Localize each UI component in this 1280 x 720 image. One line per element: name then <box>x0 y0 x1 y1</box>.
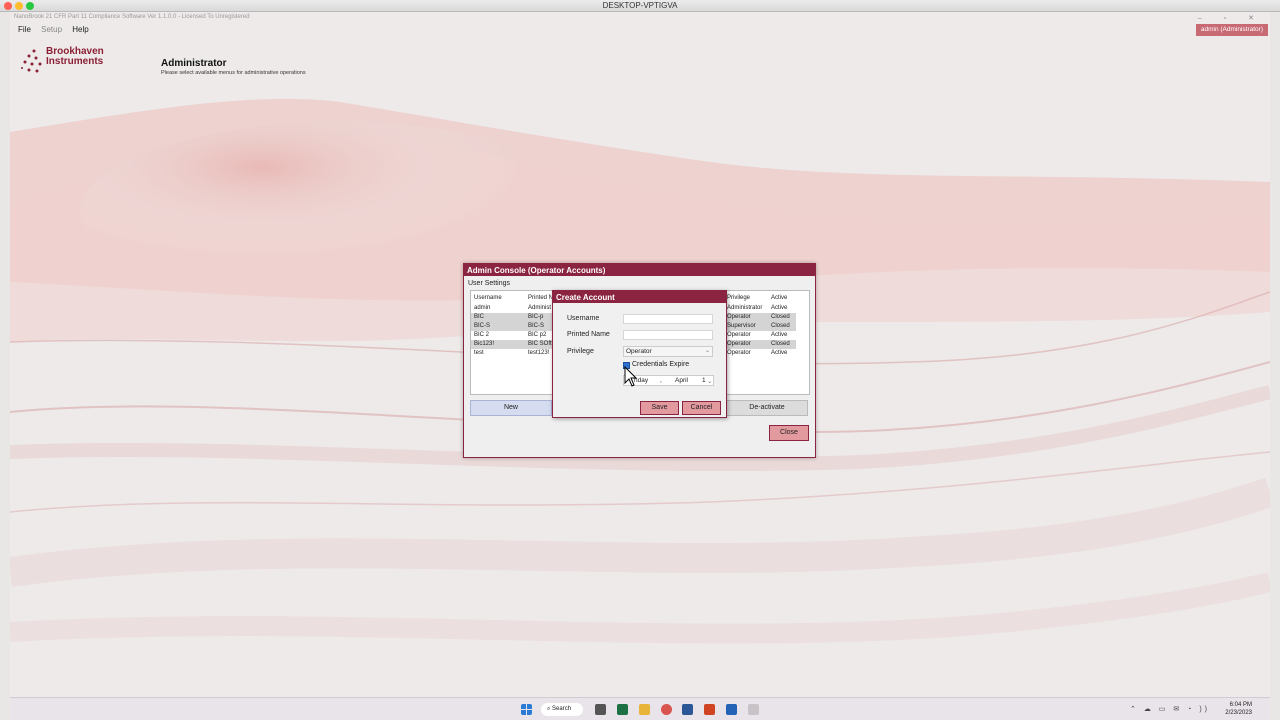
cell-active: Active <box>771 332 788 338</box>
cell-active: Closed <box>771 341 790 347</box>
printed-name-label: Printed Name <box>567 331 610 338</box>
cell-printed-name: Administ <box>528 305 552 311</box>
credentials-expire-label: Credentials Expire <box>632 361 690 368</box>
date-separator: , <box>660 377 662 384</box>
cell-username: admin <box>474 305 491 311</box>
cell-privilege: Administrator <box>727 305 763 311</box>
cell-printed-name: test123! <box>528 350 550 356</box>
powerpoint-icon[interactable] <box>704 704 715 715</box>
privilege-label: Privilege <box>567 348 594 355</box>
chevron-down-icon: ⌄ <box>704 348 710 354</box>
clock[interactable]: 6:04 PM 2/23/2023 <box>1225 701 1252 717</box>
col-printed-name: Printed N <box>528 295 554 301</box>
mac-titlebar: DESKTOP-VPTIGVA <box>0 0 1280 12</box>
deactivate-button[interactable]: De-activate <box>726 400 808 416</box>
clock-time: 6:04 PM <box>1229 702 1252 708</box>
clock-date: 2/23/2023 <box>1225 710 1252 716</box>
menu-setup[interactable]: Setup <box>41 25 62 34</box>
date-dropdown-icon: ⌄ <box>707 378 713 385</box>
page-subtitle: Please select available menus for admini… <box>161 70 306 76</box>
col-username: Username <box>474 295 502 301</box>
word-icon[interactable] <box>682 704 693 715</box>
cell-active: Active <box>771 305 788 311</box>
cell-privilege: Operator <box>727 350 751 356</box>
create-account-title: Create Account <box>553 291 726 303</box>
mac-window-title: DESKTOP-VPTIGVA <box>602 1 678 10</box>
username-label: Username <box>567 315 600 322</box>
file-explorer-icon[interactable] <box>639 704 650 715</box>
username-field[interactable] <box>623 314 713 324</box>
cell-active: Closed <box>771 314 790 320</box>
browser-icon[interactable] <box>661 704 672 715</box>
taskbar: ⌕ Search ⌃ ☁ ▭ ✉ ◔ )) 6:04 PM 2/23/2023 <box>10 697 1270 720</box>
outlook-icon[interactable] <box>726 704 737 715</box>
admin-console-title: Admin Console (Operator Accounts) <box>464 264 815 276</box>
col-privilege: Privilege <box>727 295 751 301</box>
cell-username: BIC <box>474 314 485 320</box>
menu-help[interactable]: Help <box>72 25 88 34</box>
user-badge: admin (Administrator) <box>1195 24 1268 36</box>
cell-privilege: Operator <box>727 341 751 347</box>
cancel-button[interactable]: Cancel <box>682 401 721 415</box>
app-window-controls[interactable]: – ▫ ✕ <box>1198 14 1264 22</box>
date-day: 1 <box>702 377 706 384</box>
cell-username: test <box>474 350 484 356</box>
cell-printed-name: BIC p2 <box>528 332 547 338</box>
save-button[interactable]: Save <box>640 401 679 415</box>
cell-active: Active <box>771 350 788 356</box>
user-settings-label: User Settings <box>468 280 511 287</box>
cell-username: Bic123! <box>474 341 495 347</box>
privilege-select[interactable]: Operator ⌄ <box>623 346 713 357</box>
privilege-value: Operator <box>626 348 652 355</box>
task-view-icon[interactable] <box>595 704 606 715</box>
cell-username: BIC 2 <box>474 332 490 338</box>
create-account-dialog: Create Account Username Printed Name Pri… <box>552 290 727 418</box>
cell-privilege: Supervisor <box>727 323 756 329</box>
new-button[interactable]: New <box>470 400 552 416</box>
brookhaven-logo: Brookhaven Instruments <box>20 47 120 77</box>
cell-privilege: Operator <box>727 332 751 338</box>
system-tray-icons[interactable]: ⌃ ☁ ▭ ✉ ◔ )) <box>1130 705 1210 713</box>
menu-bar: File Setup Help <box>10 25 89 37</box>
nanobrook-app-icon[interactable] <box>748 704 759 715</box>
col-active: Active <box>771 295 788 301</box>
cell-username: BIC-S <box>474 323 491 329</box>
cell-active: Closed <box>771 323 790 329</box>
close-button[interactable]: Close <box>769 425 809 441</box>
excel-icon[interactable] <box>617 704 628 715</box>
search-label: Search <box>552 706 572 712</box>
cell-printed-name: BIC-p <box>528 314 544 320</box>
cell-printed-name: BIC-S <box>528 323 545 329</box>
windows-start-icon[interactable] <box>521 704 532 715</box>
logo-dots-icon <box>21 49 42 73</box>
page-title: Administrator <box>161 58 227 69</box>
menu-file[interactable]: File <box>18 25 31 34</box>
date-month: April <box>675 377 689 384</box>
app-title-bar: NanoBrook 21 CFR Part 11 Compliance Soft… <box>14 14 250 20</box>
taskbar-search[interactable]: ⌕ Search <box>541 703 583 716</box>
mouse-cursor-icon <box>624 366 638 387</box>
cell-privilege: Operator <box>727 314 751 320</box>
logo-line2: Instruments <box>46 56 104 67</box>
printed-name-field[interactable] <box>623 330 713 340</box>
